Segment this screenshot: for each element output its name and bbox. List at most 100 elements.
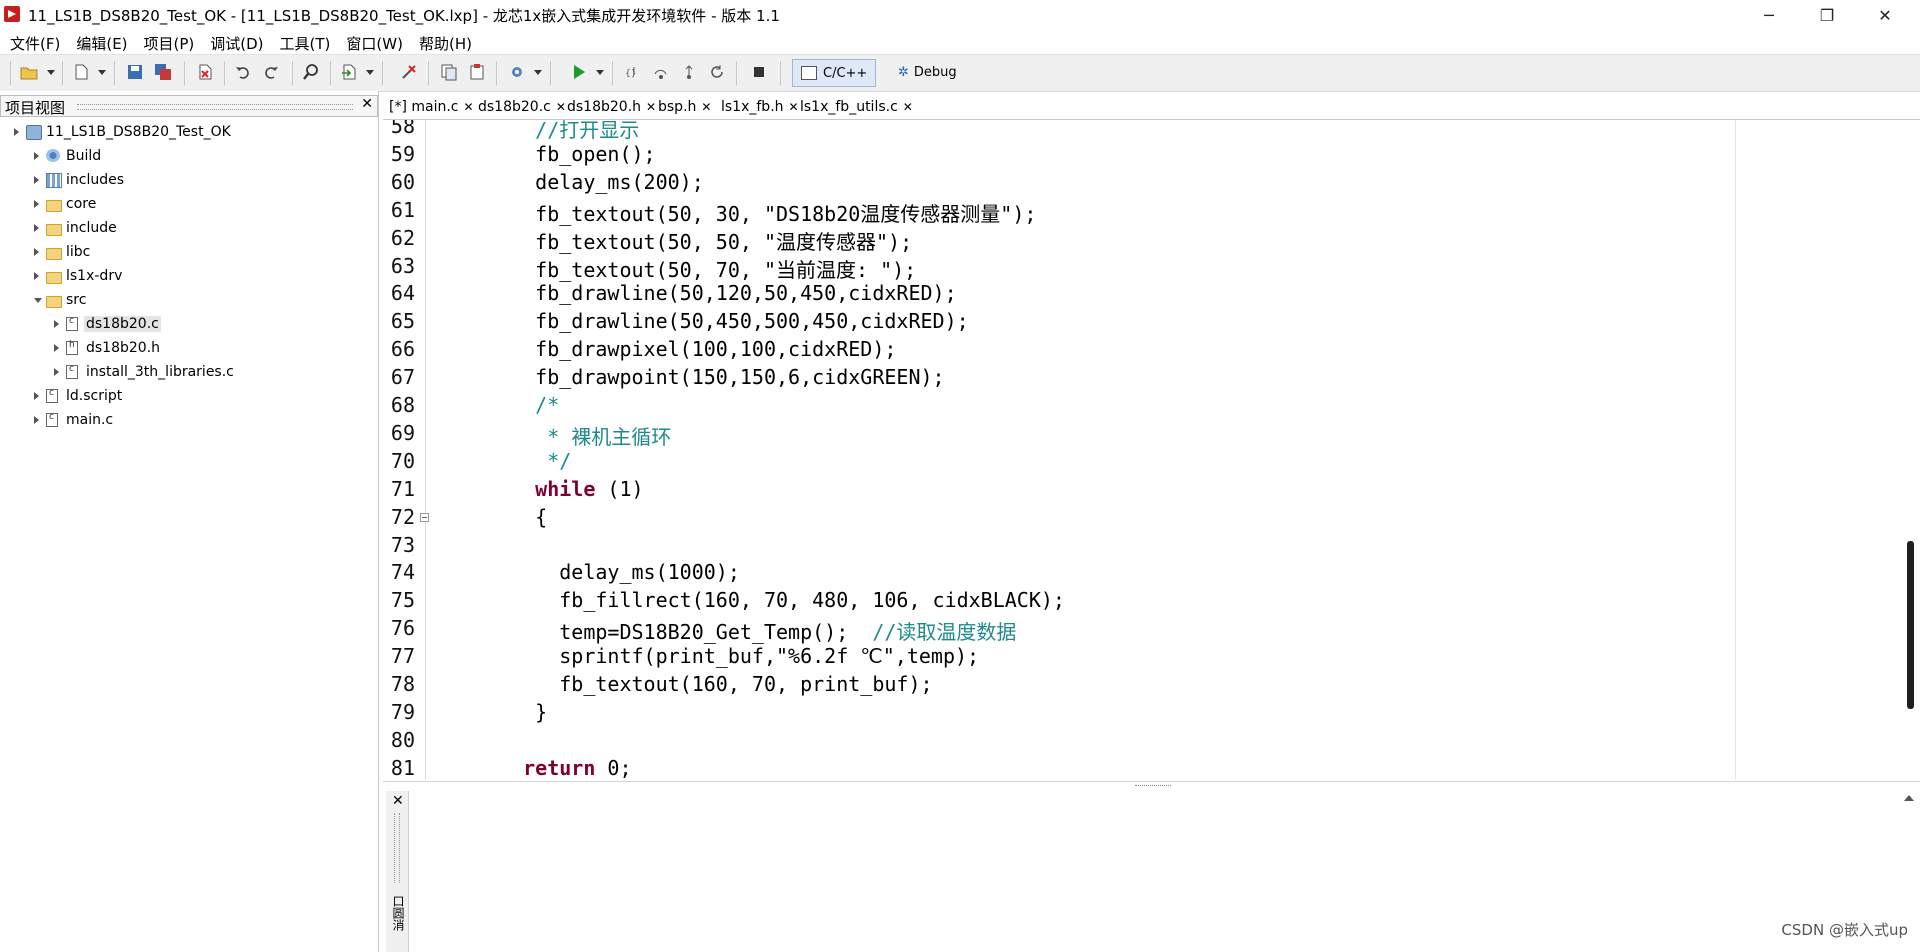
tree-item[interactable]: ld.script [0, 385, 378, 409]
close-file-icon[interactable] [196, 63, 214, 81]
import-dropdown-icon[interactable] [366, 70, 374, 75]
editor-tab[interactable]: bsp.h ✕ [655, 97, 714, 117]
collapsed-arrow-icon[interactable] [54, 320, 59, 328]
code-line: 64 fb_drawline(50,120,50,450,cidxRED); [383, 281, 1863, 309]
code-editor[interactable]: 58 //打开显示 59 fb_open(); 60 delay_ms(200); 6… [383, 120, 1920, 780]
collapsed-arrow-icon[interactable] [34, 416, 39, 424]
step-into-icon[interactable]: {} [624, 63, 642, 81]
perspective-debug-button[interactable]: ✲ Debug [890, 59, 965, 85]
code-line: 66 fb_drawpixel(100,100,cidxRED); [383, 337, 1863, 365]
line-number: 79 [390, 699, 415, 724]
search-icon[interactable] [302, 63, 320, 81]
scroll-up-arrow-icon[interactable] [1904, 795, 1914, 801]
panel-drag-grip[interactable] [77, 104, 353, 110]
code-line: 68 /* [383, 393, 1863, 421]
bottom-panel-vertical-label[interactable]: 口圆消 [390, 895, 405, 931]
project-icon [26, 125, 42, 140]
bottom-panel-close-icon[interactable]: ✕ [392, 793, 404, 809]
window-title: 11_LS1B_DS8B20_Test_OK - [11_LS1B_DS8B20… [28, 7, 780, 25]
line-number: 65 [390, 309, 415, 334]
collapsed-arrow-icon[interactable] [54, 368, 59, 376]
step-over-icon[interactable] [652, 63, 670, 81]
save-all-icon[interactable] [154, 63, 172, 81]
minimize-button[interactable]: ─ [1746, 0, 1792, 30]
collapsed-arrow-icon[interactable] [54, 344, 59, 352]
maximize-button[interactable]: ❐ [1804, 0, 1850, 30]
editor-tab[interactable]: ds18b20.h ✕ [564, 97, 659, 117]
editor-tab[interactable]: ds18b20.c ✕ [475, 97, 569, 117]
tree-item[interactable]: main.c [0, 409, 378, 433]
menu-file[interactable]: 文件(F) [2, 30, 68, 54]
fold-toggle-icon[interactable] [420, 512, 429, 522]
tab-close-icon[interactable]: ✕ [464, 100, 474, 114]
collapsed-arrow-icon[interactable] [34, 176, 39, 184]
redo-icon[interactable] [262, 63, 280, 81]
toolbar-separator [496, 61, 497, 85]
tree-item-label: main.c [66, 412, 114, 428]
bottom-panel-grip[interactable] [394, 813, 400, 883]
paste-icon[interactable] [468, 63, 486, 81]
editor-tab[interactable]: ls1x_fb_utils.c ✕ [797, 97, 916, 117]
menu-help[interactable]: 帮助(H) [411, 30, 480, 54]
menu-debug[interactable]: 调试(D) [202, 30, 271, 54]
new-dropdown-icon[interactable] [98, 70, 106, 75]
toolbar-separator [10, 61, 11, 85]
editor-scroll-thumb[interactable] [1907, 541, 1914, 709]
collapsed-arrow-icon[interactable] [34, 392, 39, 400]
collapsed-arrow-icon[interactable] [34, 224, 39, 232]
collapsed-arrow-icon[interactable] [14, 128, 19, 136]
tree-item[interactable]: ds18b20.h [0, 337, 378, 361]
open-dropdown-icon[interactable] [47, 70, 55, 75]
menu-window[interactable]: 窗口(W) [338, 30, 411, 54]
editor-tab-label: [*] main.c [389, 99, 459, 115]
collapsed-arrow-icon[interactable] [34, 152, 39, 160]
collapsed-arrow-icon[interactable] [34, 200, 39, 208]
close-button[interactable]: ✕ [1862, 0, 1908, 30]
editor-tab[interactable]: ls1x_fb.h ✕ [718, 97, 802, 117]
undo-icon[interactable] [234, 63, 252, 81]
c-file-icon [46, 412, 58, 427]
expanded-arrow-icon[interactable] [34, 298, 42, 303]
new-file-icon[interactable] [72, 63, 90, 81]
code-text: //打开显示 [535, 120, 640, 142]
tree-item[interactable]: 11_LS1B_DS8B20_Test_OK [0, 121, 378, 145]
step-return-icon[interactable] [680, 63, 698, 81]
tree-item[interactable]: includes [0, 169, 378, 193]
editor-tab-label: ls1x_fb_utils.c [800, 99, 898, 115]
code-line: 79 } [383, 700, 1863, 728]
tree-item-label: ls1x-drv [66, 268, 123, 284]
import-icon[interactable] [340, 63, 358, 81]
editor-tab[interactable]: [*] main.c ✕ [386, 97, 477, 117]
code-text: fb_fillrect(160, 70, 480, 106, cidxBLACK… [559, 588, 1065, 613]
menu-edit[interactable]: 编辑(E) [68, 30, 135, 54]
copy-icon[interactable] [440, 63, 458, 81]
tree-item-label: ds18b20.c [84, 316, 161, 332]
build-gear-icon[interactable] [508, 63, 526, 81]
restart-icon[interactable] [708, 63, 726, 81]
tree-item[interactable]: src [0, 289, 378, 313]
run-icon[interactable] [570, 63, 588, 81]
code-line: 62 fb_textout(50, 50, "温度传感器"); [383, 226, 1863, 254]
tree-item[interactable]: libc [0, 241, 378, 265]
menu-project[interactable]: 项目(P) [136, 30, 203, 54]
tree-item[interactable]: install_3th_libraries.c [0, 361, 378, 385]
menu-tools[interactable]: 工具(T) [272, 30, 339, 54]
save-icon[interactable] [126, 63, 144, 81]
perspective-cpp-button[interactable]: C/C++ [792, 59, 877, 87]
split-grip [1135, 785, 1171, 788]
tree-item[interactable]: include [0, 217, 378, 241]
tree-item[interactable]: ls1x-drv [0, 265, 378, 289]
project-view-close-icon[interactable]: ✕ [361, 96, 373, 112]
tab-close-icon[interactable]: ✕ [701, 100, 711, 114]
tree-item[interactable]: Build [0, 145, 378, 169]
tree-item[interactable]: core [0, 193, 378, 217]
collapsed-arrow-icon[interactable] [34, 272, 39, 280]
run-dropdown-icon[interactable] [596, 70, 604, 75]
clean-icon[interactable] [400, 63, 418, 81]
open-folder-icon[interactable] [20, 63, 38, 81]
tab-close-icon[interactable]: ✕ [903, 100, 913, 114]
build-dropdown-icon[interactable] [534, 70, 542, 75]
collapsed-arrow-icon[interactable] [34, 248, 39, 256]
tree-item[interactable]: ds18b20.c [0, 313, 378, 337]
stop-icon[interactable] [750, 63, 768, 81]
